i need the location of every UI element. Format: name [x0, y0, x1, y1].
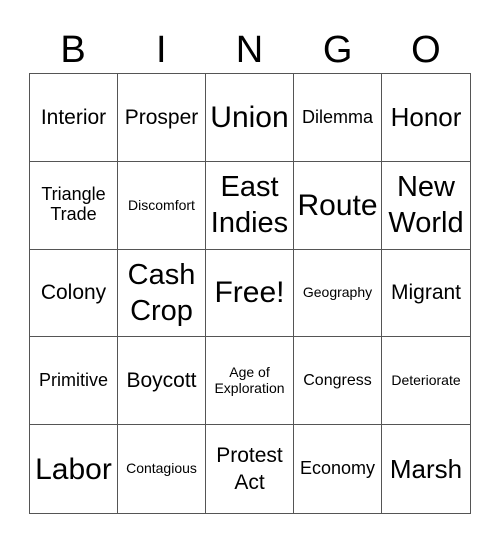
header-letter-n: N [235, 29, 264, 71]
header-letter-b: B [60, 29, 86, 71]
bingo-cell[interactable]: Migrant [382, 250, 470, 338]
bingo-cell[interactable]: Honor [382, 74, 470, 162]
header-letter-g: G [322, 29, 353, 71]
bingo-cell[interactable]: Prosper [118, 74, 206, 162]
header-letter-o: O [411, 29, 441, 71]
bingo-cell[interactable]: Economy [294, 425, 382, 513]
bingo-cell[interactable]: Boycott [118, 337, 206, 426]
bingo-cell[interactable]: Primitive [30, 337, 118, 426]
bingo-cell[interactable]: Contagious [118, 425, 206, 513]
bingo-cell[interactable]: Colony [30, 249, 118, 338]
bingo-card-grid: Interior Prosper Union Dilemma Honor Tri… [29, 73, 471, 514]
bingo-cell[interactable]: Marsh [382, 425, 470, 513]
bingo-cell[interactable]: Deteriorate [382, 337, 470, 426]
bingo-cell[interactable]: Geography [294, 249, 382, 338]
bingo-cell[interactable]: Age of Exploration [206, 337, 294, 426]
bingo-cell[interactable]: Discomfort [118, 161, 206, 250]
bingo-cell[interactable]: Cash Crop [118, 249, 206, 338]
bingo-cell[interactable]: Union [206, 74, 294, 162]
bingo-cell[interactable]: East Indies [206, 161, 294, 250]
bingo-cell[interactable]: New World [382, 162, 470, 250]
bingo-cell[interactable]: Dilemma [294, 74, 382, 162]
bingo-cell[interactable]: Route [294, 161, 382, 250]
header-letter-i: I [156, 29, 167, 71]
bingo-cell[interactable]: Triangle Trade [30, 161, 118, 250]
bingo-cell[interactable]: Labor [30, 425, 118, 513]
bingo-cell[interactable]: Protest Act [206, 425, 294, 513]
bingo-cell[interactable]: Interior [30, 74, 118, 162]
bingo-cell[interactable]: Congress [294, 337, 382, 426]
bingo-header: B I N G O [29, 28, 470, 73]
bingo-cell free-space[interactable]: Free! [206, 249, 294, 338]
